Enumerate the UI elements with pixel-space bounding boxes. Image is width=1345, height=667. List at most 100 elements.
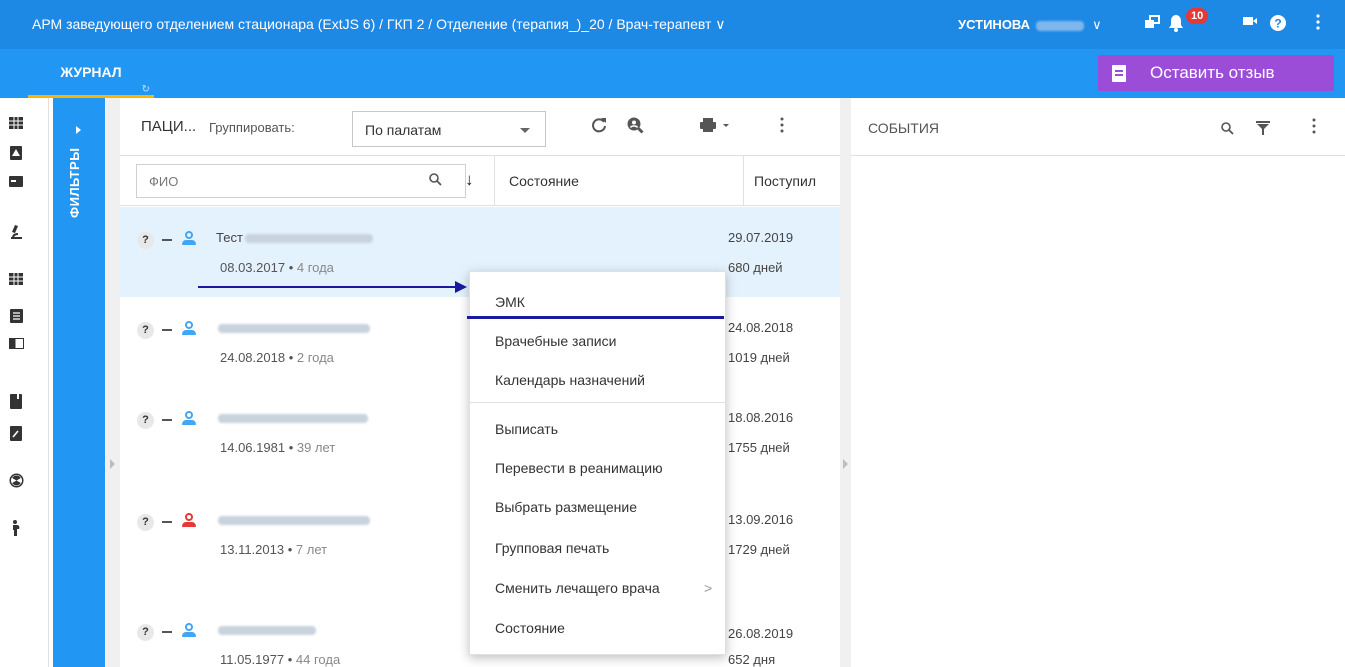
menu-divider bbox=[470, 402, 725, 403]
patient-dob: 24.08.2018 • 2 года bbox=[220, 350, 334, 365]
table-icon[interactable] bbox=[8, 273, 24, 289]
list-box-icon[interactable] bbox=[8, 309, 24, 325]
patient-dob: 13.11.2013 • 7 лет bbox=[220, 542, 328, 557]
unknown-status-badge: ? bbox=[137, 624, 154, 641]
bell-icon[interactable] bbox=[1166, 14, 1186, 34]
patient-dob: 14.06.1981 • 39 лет bbox=[220, 440, 336, 455]
events-panel: СОБЫТИЯ bbox=[851, 98, 1345, 667]
admitted-date: 29.07.2019 bbox=[728, 230, 794, 245]
unknown-status-badge: ? bbox=[137, 322, 154, 339]
document-list-icon bbox=[1112, 65, 1126, 82]
document-edit-icon[interactable] bbox=[8, 426, 24, 442]
group-select[interactable]: По палатам bbox=[352, 111, 546, 147]
book-icon[interactable] bbox=[8, 394, 24, 410]
menu-item-change-doctor[interactable]: Сменить лечащего врача > bbox=[470, 568, 725, 608]
annotation-arrow-head bbox=[455, 281, 467, 293]
days-count: 1729 дней bbox=[728, 542, 790, 557]
expand-left-icon[interactable] bbox=[110, 459, 115, 469]
more-vertical-icon[interactable] bbox=[775, 116, 789, 138]
group-select-value: По палатам bbox=[365, 122, 442, 138]
help-icon[interactable]: ? bbox=[1268, 14, 1288, 34]
days-count: 652 дня bbox=[728, 652, 776, 667]
user-menu[interactable]: УСТИНОВА ∨ bbox=[958, 0, 1102, 49]
menu-item-choose-placement[interactable]: Выбрать размещение bbox=[470, 487, 725, 527]
column-header-state[interactable]: Состояние bbox=[509, 173, 579, 189]
chevron-down-icon bbox=[520, 128, 530, 133]
user-name: УСТИНОВА bbox=[958, 17, 1031, 32]
app-title[interactable]: АРМ заведующего отделением стационара (E… bbox=[32, 0, 726, 49]
chevron-right-icon: > bbox=[704, 580, 713, 596]
patients-toolbar: ПАЦИ... Группировать: По палатам bbox=[120, 98, 840, 156]
menu-item-group-print[interactable]: Групповая печать bbox=[470, 528, 725, 568]
feedback-label: Оставить отзыв bbox=[1150, 63, 1275, 82]
refresh-button[interactable] bbox=[589, 116, 609, 138]
patient-male-icon bbox=[182, 231, 196, 245]
panel-title: ПАЦИ... bbox=[141, 118, 197, 135]
desktop-icon[interactable] bbox=[1142, 14, 1162, 34]
patient-name[interactable] bbox=[216, 622, 316, 637]
patient-male-icon bbox=[182, 623, 196, 637]
search-person-button[interactable] bbox=[624, 116, 646, 138]
grid-icon[interactable] bbox=[8, 117, 24, 133]
search-icon[interactable] bbox=[1219, 118, 1235, 140]
filters-label: ФИЛЬТРЫ bbox=[67, 148, 82, 219]
events-title: СОБЫТИЯ bbox=[868, 120, 939, 136]
splitter-left[interactable] bbox=[106, 98, 120, 667]
alert-box-icon[interactable] bbox=[8, 146, 24, 162]
microscope-icon[interactable] bbox=[8, 225, 24, 241]
patient-name[interactable]: Тест bbox=[216, 230, 373, 245]
more-vertical-icon[interactable] bbox=[1308, 14, 1328, 34]
admitted-date: 24.08.2018 bbox=[728, 320, 794, 335]
user-name-blurred bbox=[1036, 20, 1085, 31]
unknown-status-badge: ? bbox=[137, 232, 154, 249]
column-header-admitted[interactable]: Поступил bbox=[754, 173, 816, 189]
fio-search-field[interactable] bbox=[136, 164, 466, 198]
patient-dob: 11.05.1977 • 44 года bbox=[220, 652, 341, 667]
admitted-date: 18.08.2016 bbox=[728, 410, 794, 425]
svg-text:?: ? bbox=[1274, 17, 1281, 31]
context-menu: ЭМК Врачебные записи Календарь назначени… bbox=[469, 271, 726, 655]
tab-journal[interactable]: ЖУРНАЛ ↻ bbox=[28, 49, 154, 98]
annotation-arrow-line bbox=[198, 286, 456, 288]
menu-item-state[interactable]: Состояние bbox=[470, 608, 725, 648]
dash-icon bbox=[162, 521, 172, 523]
patient-name[interactable] bbox=[216, 512, 370, 527]
group-label: Группировать: bbox=[209, 120, 295, 135]
patient-name[interactable] bbox=[216, 320, 370, 335]
expand-right-icon[interactable] bbox=[843, 459, 848, 469]
radiation-icon[interactable] bbox=[8, 473, 24, 489]
patient-male-icon bbox=[182, 411, 196, 425]
left-sidebar bbox=[0, 98, 49, 667]
menu-item-transfer-icu[interactable]: Перевести в реанимацию bbox=[470, 448, 725, 488]
feedback-button[interactable]: Оставить отзыв bbox=[1098, 55, 1334, 91]
dash-icon bbox=[162, 631, 172, 633]
menu-item-prescription-calendar[interactable]: Календарь назначений bbox=[470, 360, 725, 400]
unknown-status-badge: ? bbox=[137, 514, 154, 531]
filter-icon[interactable] bbox=[1255, 118, 1271, 140]
days-count: 1019 дней bbox=[728, 350, 790, 365]
unknown-status-badge: ? bbox=[137, 412, 154, 429]
print-menu-button[interactable] bbox=[697, 116, 733, 138]
dash-icon bbox=[162, 419, 172, 421]
video-icon[interactable] bbox=[1240, 14, 1260, 34]
search-icon[interactable] bbox=[429, 173, 442, 189]
admitted-date: 26.08.2019 bbox=[728, 626, 794, 641]
menu-item-doctor-notes[interactable]: Врачебные записи bbox=[470, 321, 725, 361]
tab-bar: ЖУРНАЛ ↻ Оставить отзыв bbox=[0, 49, 1345, 98]
splitter-right[interactable] bbox=[839, 98, 851, 667]
sort-desc-icon[interactable]: ↓ bbox=[465, 170, 474, 190]
patient-name[interactable] bbox=[216, 410, 368, 425]
expand-icon bbox=[76, 126, 81, 134]
split-panel-icon[interactable] bbox=[8, 337, 24, 353]
days-count: 1755 дней bbox=[728, 440, 790, 455]
pregnant-woman-icon[interactable] bbox=[8, 520, 24, 536]
more-vertical-icon[interactable] bbox=[1307, 117, 1321, 139]
filters-toggle[interactable]: ФИЛЬТРЫ bbox=[53, 98, 105, 667]
column-separator bbox=[743, 156, 744, 206]
card-icon[interactable] bbox=[8, 175, 24, 191]
patient-female-icon bbox=[182, 513, 196, 527]
fio-input[interactable] bbox=[137, 165, 427, 197]
menu-item-discharge[interactable]: Выписать bbox=[470, 409, 725, 449]
patient-dob: 08.03.2017 • 4 года bbox=[220, 260, 334, 275]
events-header: СОБЫТИЯ bbox=[851, 98, 1345, 156]
